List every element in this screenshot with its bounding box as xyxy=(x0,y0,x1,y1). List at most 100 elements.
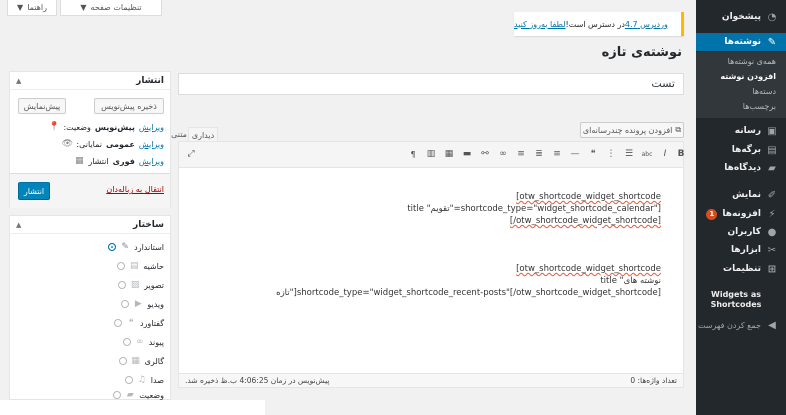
collapse-arrow-icon[interactable]: ▲ xyxy=(16,221,21,229)
trash-link[interactable]: انتقال به زباله‌دان xyxy=(106,185,164,194)
align-right-icon[interactable]: ≡ xyxy=(551,148,563,160)
menu-dashboard[interactable]: ◔ پیشخوان xyxy=(696,8,786,26)
format-label: ویدیو xyxy=(147,299,164,309)
collapse-menu[interactable]: ◀ جمع کردن فهرست xyxy=(696,316,786,334)
edit-status-link[interactable]: ویرایش xyxy=(139,123,164,132)
post-title-input[interactable]: تست xyxy=(178,73,684,95)
publish-button[interactable]: انتشار xyxy=(18,182,50,200)
help-button[interactable]: ▼ راهنما xyxy=(7,0,57,16)
gallery-icon: ▦ xyxy=(131,356,140,366)
format-option-video[interactable]: ▶ ویدیو xyxy=(121,299,164,309)
radio-button[interactable] xyxy=(113,391,122,399)
radio-button[interactable] xyxy=(108,243,117,251)
italic-icon[interactable]: I xyxy=(659,148,671,160)
bullet-list-icon[interactable]: ☰ xyxy=(623,148,635,160)
toolbar-toggle-icon[interactable]: ▥ xyxy=(425,148,437,160)
paragraph-icon[interactable]: ¶ xyxy=(407,148,419,160)
format-option-aside[interactable]: ▤ حاشیه xyxy=(117,261,164,271)
format-label: وضعیت xyxy=(139,390,164,400)
format-panel-header[interactable]: ساختار ▲ xyxy=(10,216,170,234)
status-row: 📍 وضعیت: پیش‌نویس ویرایش xyxy=(49,122,164,132)
submenu-all-posts[interactable]: همه‌ی نوشته‌ها xyxy=(728,57,776,66)
posts-submenu: همه‌ی نوشته‌ها افزودن نوشته دسته‌ها برچس… xyxy=(696,52,786,118)
preview-button[interactable]: پیش‌نمایش xyxy=(18,98,66,114)
fullscreen-icon[interactable]: ⤢ xyxy=(185,148,197,160)
status-value: پیش‌نویس xyxy=(94,122,135,132)
align-left-icon[interactable]: ≡ xyxy=(515,148,527,160)
add-media-button[interactable]: افزودن پرونده چندرسانه‌ای ⧉ xyxy=(580,122,684,138)
active-arrow xyxy=(690,35,696,49)
radio-button[interactable] xyxy=(122,338,131,346)
menu-settings[interactable]: ⊞ تنظیمات xyxy=(696,260,786,278)
strikethrough-icon[interactable]: abc xyxy=(641,148,653,160)
menu-pages[interactable]: ▤ برگه‌ها xyxy=(696,141,786,159)
widgets-line1: Widgets as xyxy=(711,290,761,299)
edit-schedule-link[interactable]: ویرایش xyxy=(139,157,164,166)
word-count: تعداد واژه‌ها: 0 xyxy=(630,376,677,385)
align-center-icon[interactable]: ≣ xyxy=(533,148,545,160)
format-option-standard[interactable]: ✎ استاندارد xyxy=(108,242,164,252)
edit-visibility-link[interactable]: ویرایش xyxy=(139,140,164,149)
menu-label: تنظیمات xyxy=(723,264,761,274)
keyboard-icon[interactable]: ▦ xyxy=(443,148,455,160)
collapse-label: جمع کردن فهرست xyxy=(697,320,761,330)
submenu-tags[interactable]: برچسب‌ها xyxy=(743,102,776,111)
content-line: تازه"]shortcode_type="widget_shortcode_r… xyxy=(276,288,661,298)
publish-panel-header[interactable]: انتشار ▲ xyxy=(10,72,170,90)
menu-comments[interactable]: ▰ دیدگاه‌ها xyxy=(696,159,786,177)
radio-button[interactable] xyxy=(117,262,126,270)
format-option-image[interactable]: ▨ تصویر xyxy=(118,280,164,290)
pin-icon: 📍 xyxy=(48,122,61,132)
radio-button[interactable] xyxy=(114,319,122,327)
menu-appearance[interactable]: ✐ نمایش xyxy=(696,186,786,204)
tab-text[interactable]: متنی xyxy=(169,127,189,142)
menu-widgets-shortcodes[interactable]: Widgets as Shortcodes xyxy=(706,290,766,310)
collapse-arrow-icon[interactable]: ▲ xyxy=(16,77,21,85)
format-label: پیوند xyxy=(148,337,164,347)
menu-plugins[interactable]: ⚡ افزونه‌ها 1 xyxy=(696,205,786,223)
format-option-quote[interactable]: ❝ گفتاورد xyxy=(114,318,164,328)
numbered-list-icon[interactable]: ⋮ xyxy=(605,148,617,160)
tools-icon: ✂ xyxy=(767,244,777,256)
horizontal-line-icon[interactable]: — xyxy=(569,148,581,160)
submenu-categories[interactable]: دسته‌ها xyxy=(752,87,776,96)
add-media-label: افزودن پرونده چندرسانه‌ای xyxy=(582,125,673,135)
shortcode-text: [otw_shortcode_widget_shortcode xyxy=(516,264,661,274)
editor-status-bar: تعداد واژه‌ها: 0 پیش‌نویس در زمان 4:06:2… xyxy=(179,373,683,387)
format-option-status[interactable]: ▰ وضعیت xyxy=(113,390,164,400)
radio-button[interactable] xyxy=(121,300,130,308)
draft-saved-status: پیش‌نویس در زمان 4:06:25 ب.ظ ذخیره شد. xyxy=(185,376,330,385)
menu-users[interactable]: ● کاربران xyxy=(696,223,786,241)
tab-visual[interactable]: دیداری xyxy=(188,127,218,142)
screen-options-button[interactable]: ▼ تنظیمات صفحه xyxy=(60,0,162,16)
menu-posts[interactable]: ✎ نوشته‌ها xyxy=(690,33,786,51)
save-draft-button[interactable]: ذخیره پیش‌نویس xyxy=(94,98,164,114)
read-more-icon[interactable]: ▬ xyxy=(461,148,473,160)
format-option-link[interactable]: ∞ پیوند xyxy=(122,337,164,347)
version-link[interactable]: وردپرس 4.7 xyxy=(625,20,668,29)
settings-icon: ⊞ xyxy=(767,263,777,275)
menu-media[interactable]: ▣ رسانه xyxy=(696,122,786,140)
link-icon[interactable]: ∞ xyxy=(497,148,509,160)
menu-label: کاربران xyxy=(727,227,761,237)
post-editor[interactable]: ⤢ ¶ ▥ ▦ ▬ ⚯ ∞ ≡ ≣ ≡ — ❝ ⋮ ☰ abc I B [otw… xyxy=(178,141,684,388)
blockquote-icon[interactable]: ❝ xyxy=(587,148,599,160)
update-badge: 1 xyxy=(706,208,718,220)
schedule-value: فوری xyxy=(112,156,135,166)
submenu-add-new[interactable]: افزودن نوشته xyxy=(720,72,776,81)
update-link[interactable]: لطفا به‌روز کنید xyxy=(514,20,566,29)
radio-button[interactable] xyxy=(118,281,127,289)
notice-text: در دسترس است! xyxy=(565,19,625,29)
pin-icon: ✎ xyxy=(121,242,129,252)
radio-button[interactable] xyxy=(124,376,133,384)
menu-tools[interactable]: ✂ ابزارها xyxy=(696,241,786,259)
menu-label: نوشته‌ها xyxy=(724,37,761,47)
format-option-audio[interactable]: ♫ صدا xyxy=(124,375,164,385)
format-panel: ساختار ▲ ✎ استاندارد ▤ حاشیه ▨ تصویر ▶ و… xyxy=(9,215,171,400)
unlink-icon[interactable]: ⚯ xyxy=(479,148,491,160)
bold-icon[interactable]: B xyxy=(675,148,687,160)
format-label: گفتاورد xyxy=(140,318,164,328)
media-icon: ▣ xyxy=(767,125,777,137)
radio-button[interactable] xyxy=(118,357,127,365)
format-option-gallery[interactable]: ▦ گالری xyxy=(118,356,164,366)
